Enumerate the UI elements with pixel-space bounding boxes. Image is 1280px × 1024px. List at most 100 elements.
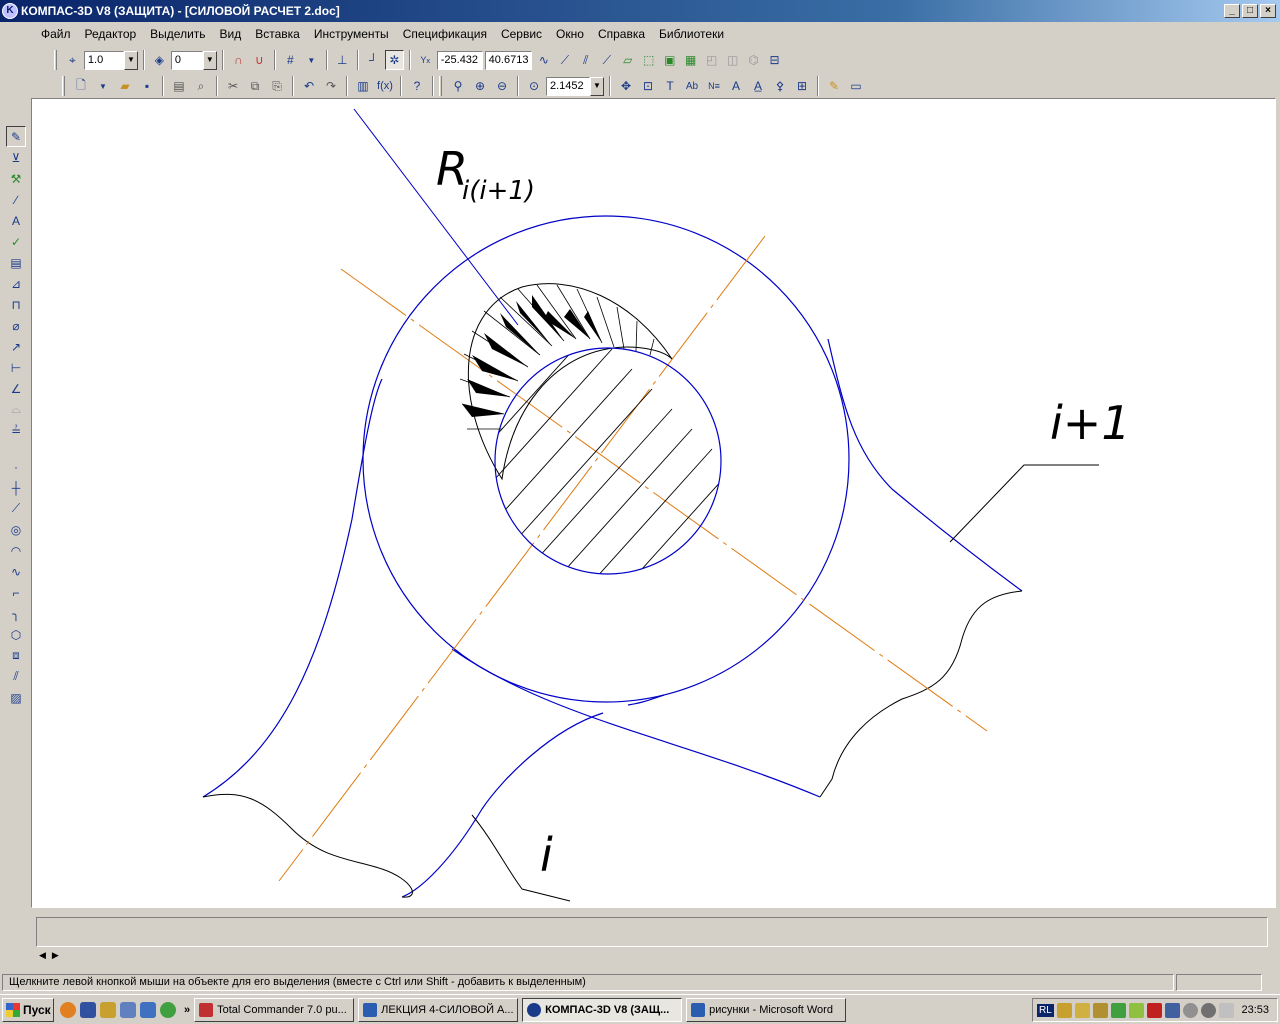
- tray-app-icon[interactable]: [1128, 1002, 1144, 1018]
- underline-text-icon[interactable]: A̲: [748, 76, 768, 96]
- open-folder-icon[interactable]: ▰: [115, 76, 135, 96]
- linear-dim-icon[interactable]: ⊓: [6, 294, 26, 315]
- auxiliary-line-icon[interactable]: ┼: [6, 477, 26, 498]
- contour-tool-icon[interactable]: ⧈: [6, 645, 26, 666]
- tray-check-icon[interactable]: [1110, 1002, 1126, 1018]
- spellcheck-icon[interactable]: N≡: [704, 76, 724, 96]
- zoom-out-icon[interactable]: ⊖: [492, 76, 512, 96]
- toolbar-grip[interactable]: [439, 76, 442, 96]
- drawing-svg[interactable]: R i(i+1) i+1 i: [32, 99, 1276, 908]
- paste-icon[interactable]: ⎘: [267, 76, 287, 96]
- chevron-down-icon[interactable]: ▼: [590, 76, 604, 96]
- leader-icon[interactable]: ⊢: [6, 357, 26, 378]
- language-indicator[interactable]: RL: [1037, 1003, 1054, 1017]
- task-word-pictures[interactable]: рисунки - Microsoft Word: [686, 997, 847, 1022]
- new-document-icon[interactable]: 🗋: [71, 76, 91, 96]
- layer-field[interactable]: 0: [170, 50, 203, 70]
- chamfer-tool-icon[interactable]: ⌐: [6, 582, 26, 603]
- toolbar-grip[interactable]: [54, 50, 57, 70]
- magnet-icon[interactable]: ∩: [229, 50, 248, 70]
- circle-tool-icon[interactable]: ◎: [6, 519, 26, 540]
- spline-tool-icon[interactable]: ∿: [6, 561, 26, 582]
- menu-libraries[interactable]: Библиотеки: [652, 27, 731, 41]
- edit-panel-icon[interactable]: ∕: [6, 189, 26, 210]
- menu-file[interactable]: Файл: [34, 27, 78, 41]
- parametrization-panel-icon[interactable]: A: [6, 210, 26, 231]
- chevron-down-icon[interactable]: ▼: [123, 50, 138, 70]
- format-icon[interactable]: ⚴: [770, 76, 790, 96]
- print-preview-icon[interactable]: ⌕: [191, 76, 211, 96]
- parallel-line-icon[interactable]: ⫽: [576, 50, 595, 70]
- browser-icon[interactable]: [60, 1001, 76, 1018]
- line-tool-icon[interactable]: ⟋: [555, 50, 574, 70]
- undo-icon[interactable]: ↶: [299, 76, 319, 96]
- select-frame-icon[interactable]: ⬚: [639, 50, 658, 70]
- volume-icon[interactable]: [1218, 1002, 1234, 1018]
- zoom-window-icon[interactable]: ⚲: [448, 76, 468, 96]
- zoom-field[interactable]: 2.1452: [546, 76, 590, 96]
- text-tool-icon[interactable]: T: [660, 76, 680, 96]
- step-combo[interactable]: 1.0 ▼: [83, 50, 138, 70]
- coord-x-field[interactable]: -25.432: [436, 50, 483, 70]
- grid-icon[interactable]: #: [281, 50, 300, 70]
- tray-app-icon[interactable]: [1200, 1002, 1216, 1018]
- menu-help[interactable]: Справка: [591, 27, 652, 41]
- snap-icon[interactable]: ✲: [384, 50, 404, 70]
- symbols-panel-icon[interactable]: ⚒: [6, 168, 26, 189]
- angle-dim-icon[interactable]: ∠: [6, 378, 26, 399]
- menu-editor[interactable]: Редактор: [78, 27, 144, 41]
- layers-icon[interactable]: ◈: [150, 50, 169, 70]
- select-panel-icon[interactable]: ▤: [6, 252, 26, 273]
- cut-icon[interactable]: ✂: [223, 76, 243, 96]
- calculator-icon[interactable]: [120, 1001, 136, 1018]
- kompas-app-icon[interactable]: K: [2, 3, 18, 19]
- print-icon[interactable]: ▤: [169, 76, 189, 96]
- quick-launch-chevron[interactable]: »: [184, 1004, 190, 1016]
- equidistant-tool-icon[interactable]: ⫽: [6, 666, 26, 687]
- brush-icon[interactable]: ✎: [824, 76, 844, 96]
- segment-icon[interactable]: ⟋: [597, 50, 616, 70]
- ortho-icon[interactable]: ┘: [364, 50, 383, 70]
- region-icon[interactable]: ▦: [681, 50, 700, 70]
- pan-icon[interactable]: ✥: [616, 76, 636, 96]
- toolbar-grip[interactable]: [62, 76, 65, 96]
- hatch-tool-icon[interactable]: ▨: [6, 687, 26, 708]
- local-cs-icon[interactable]: ⊥: [333, 50, 352, 70]
- font-icon[interactable]: A: [726, 76, 746, 96]
- task-lecture-doc[interactable]: ЛЕКЦИЯ 4-СИЛОВОЙ А...: [358, 997, 519, 1022]
- scale-icon[interactable]: ◰: [702, 50, 721, 70]
- property-panel-area[interactable]: [36, 917, 1268, 947]
- start-button[interactable]: Пуск: [2, 997, 54, 1022]
- panel-scroll-arrows[interactable]: ◀▶: [39, 950, 65, 961]
- copy-icon[interactable]: ⧉: [245, 76, 265, 96]
- text-style-icon[interactable]: Ab: [682, 76, 702, 96]
- floppy-icon[interactable]: [80, 1001, 96, 1018]
- minimize-button[interactable]: _: [1224, 4, 1240, 18]
- arc-tool-icon[interactable]: ◠: [6, 540, 26, 561]
- shear-icon[interactable]: ◫: [723, 50, 742, 70]
- rectangle-tool-icon[interactable]: ▱: [618, 50, 637, 70]
- save-icon[interactable]: ▪: [137, 76, 157, 96]
- polygon-tool-icon[interactable]: ⬡: [6, 624, 26, 645]
- assoc-views-icon[interactable]: ⊿: [6, 273, 26, 294]
- properties-icon[interactable]: ⊟: [765, 50, 784, 70]
- cursor-step-icon[interactable]: ⌖: [63, 50, 82, 70]
- show-all-icon[interactable]: ⊡: [638, 76, 658, 96]
- roughness-icon[interactable]: ≟: [6, 420, 26, 441]
- magnet-settings-icon[interactable]: ∪: [250, 50, 269, 70]
- drawing-canvas[interactable]: R i(i+1) i+1 i: [31, 98, 1276, 908]
- ie-icon[interactable]: [140, 1001, 156, 1018]
- menu-select[interactable]: Выделить: [143, 27, 212, 41]
- close-button[interactable]: ×: [1260, 4, 1276, 18]
- menu-specification[interactable]: Спецификация: [396, 27, 494, 41]
- display-icon[interactable]: ▭: [846, 76, 866, 96]
- deform-icon[interactable]: ⌬: [744, 50, 763, 70]
- task-total-commander[interactable]: Total Commander 7.0 pu...: [194, 997, 355, 1022]
- archive-icon[interactable]: [100, 1001, 116, 1018]
- network-icon[interactable]: [1164, 1002, 1180, 1018]
- kaspersky-icon[interactable]: [1146, 1002, 1162, 1018]
- diameter-dim-icon[interactable]: ⌀: [6, 315, 26, 336]
- curve-icon[interactable]: ∿: [534, 50, 553, 70]
- chevron-down-icon[interactable]: ▼: [202, 50, 217, 70]
- menu-insert[interactable]: Вставка: [248, 27, 307, 41]
